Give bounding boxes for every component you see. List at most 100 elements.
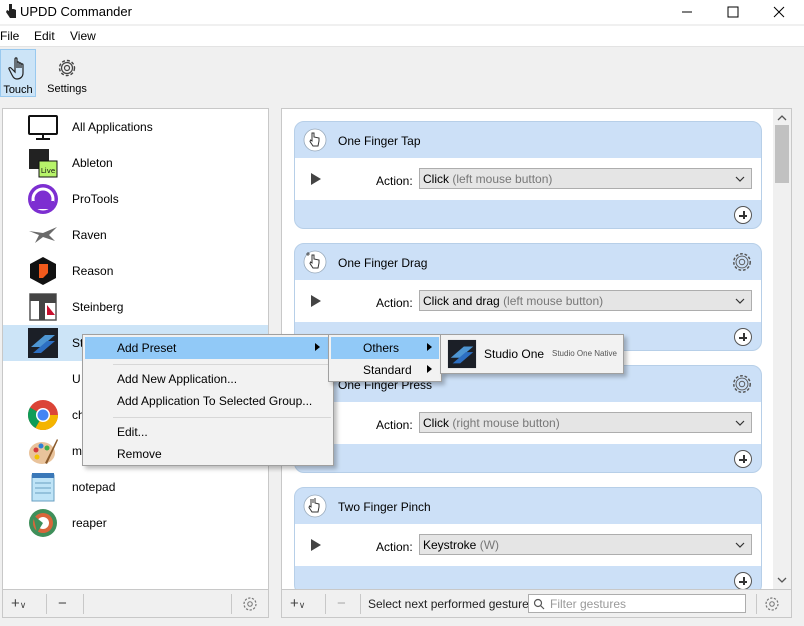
drag-gesture-icon — [303, 250, 327, 274]
app-item-steinberg[interactable]: Steinberg — [3, 289, 268, 325]
close-button[interactable] — [756, 0, 802, 24]
menu-item-edit[interactable]: Edit... — [85, 421, 331, 443]
preset-submenu: Studio One Studio One Native — [440, 334, 624, 374]
app-name: Reason — [72, 264, 114, 278]
menu-item-others[interactable]: Others — [331, 337, 439, 359]
app-item-raven[interactable]: Raven — [3, 217, 268, 253]
app-name: Ableton — [72, 156, 113, 170]
menu-item-remove[interactable]: Remove — [85, 443, 331, 465]
minimize-button[interactable] — [664, 0, 710, 24]
menu-item-standard[interactable]: Standard — [331, 359, 439, 381]
add-action-button[interactable] — [734, 572, 752, 589]
settings-button[interactable]: Settings — [44, 49, 90, 97]
ableton-icon: Live — [29, 149, 58, 178]
application-list-footer: +∨ − — [2, 590, 269, 618]
gear-icon[interactable] — [241, 595, 259, 613]
filter-gestures-input[interactable]: Filter gestures — [528, 594, 746, 613]
menu-item-studio-one-preset[interactable]: Studio One Studio One Native — [443, 337, 621, 371]
chevron-down-icon — [735, 420, 745, 426]
play-icon[interactable] — [311, 173, 321, 185]
gesture-card-two-finger-pinch: Two Finger Pinch Action: Keystroke (W) — [294, 487, 762, 589]
gesture-scrollbar[interactable] — [773, 109, 791, 589]
menu-separator — [113, 364, 331, 365]
gear-icon[interactable] — [731, 251, 753, 273]
menu-item-add-preset[interactable]: Add Preset — [85, 337, 331, 359]
maximize-button[interactable] — [710, 0, 756, 24]
gesture-header[interactable]: Two Finger Pinch — [295, 488, 761, 524]
action-value: Click — [423, 416, 449, 430]
add-action-button[interactable] — [734, 328, 752, 346]
protools-icon — [28, 184, 58, 214]
action-value: Click — [423, 172, 449, 186]
menu-item-label: Add Application To Selected Group... — [117, 394, 313, 408]
add-action-button[interactable] — [734, 206, 752, 224]
play-icon[interactable] — [311, 539, 321, 551]
action-dropdown[interactable]: Click and drag (left mouse button) — [419, 290, 752, 311]
scrollbar-thumb[interactable] — [775, 125, 789, 183]
chevron-right-icon — [315, 343, 320, 351]
touch-button[interactable]: Touch — [0, 49, 36, 97]
select-next-gesture-button[interactable]: Select next performed gesture — [368, 597, 529, 611]
menu-bar: File Edit View — [0, 26, 804, 46]
app-item-all-applications[interactable]: All Applications — [3, 109, 268, 145]
divider — [325, 594, 326, 614]
remove-gesture-button[interactable]: − — [337, 595, 346, 612]
studio-one-icon — [28, 328, 58, 358]
title-bar: UPDD Commander — [0, 0, 804, 24]
app-item-reason[interactable]: Reason — [3, 253, 268, 289]
app-item-protools[interactable]: ProTools — [3, 181, 268, 217]
paint-icon — [29, 439, 58, 464]
menu-edit[interactable]: Edit — [34, 29, 55, 43]
add-action-button[interactable] — [734, 450, 752, 468]
app-item-ableton[interactable]: Live Ableton — [3, 145, 268, 181]
menu-file[interactable]: File — [0, 29, 19, 43]
divider — [231, 594, 232, 614]
gesture-header[interactable]: One Finger Drag — [295, 244, 761, 280]
toolbar: Touch Settings — [0, 46, 804, 98]
gear-icon[interactable] — [763, 595, 781, 613]
menu-item-add-application-to-group[interactable]: Add Application To Selected Group... — [85, 390, 331, 412]
app-name: notepad — [72, 480, 116, 494]
action-dropdown[interactable]: Click (left mouse button) — [419, 168, 752, 189]
chevron-right-icon — [427, 365, 432, 373]
action-hint: (right mouse button) — [452, 416, 560, 430]
preset-name: Studio One — [484, 347, 545, 361]
gesture-action-row: Action: Click and drag (left mouse butto… — [295, 280, 761, 322]
preset-category-submenu: Others Standard — [328, 334, 442, 382]
add-gesture-button[interactable]: +∨ — [290, 595, 305, 612]
app-item-reaper[interactable]: reaper — [3, 505, 268, 541]
settings-label: Settings — [47, 83, 87, 95]
pinch-gesture-icon — [303, 494, 327, 518]
app-item-notepad[interactable]: notepad — [3, 469, 268, 505]
reason-icon — [30, 257, 56, 285]
remove-application-button[interactable]: − — [58, 595, 67, 612]
touch-label: Touch — [3, 84, 33, 96]
chevron-up-icon[interactable] — [777, 113, 787, 123]
chevron-down-icon — [735, 298, 745, 304]
gesture-action-row: Action: Click (right mouse button) — [295, 402, 761, 444]
studio-one-icon — [447, 339, 477, 369]
app-name: All Applications — [72, 120, 153, 134]
gear-icon[interactable] — [731, 373, 753, 395]
app-name: m — [72, 444, 82, 458]
action-value: Click and drag — [423, 294, 500, 308]
action-label: Action: — [376, 418, 413, 432]
action-label: Action: — [376, 540, 413, 554]
play-icon[interactable] — [311, 295, 321, 307]
notepad-icon — [31, 473, 55, 502]
menu-item-label: Add Preset — [117, 341, 177, 355]
chevron-down-icon — [735, 542, 745, 548]
action-dropdown[interactable]: Keystroke (W) — [419, 534, 752, 555]
raven-icon — [29, 227, 57, 243]
action-hint: (left mouse button) — [503, 294, 604, 308]
chrome-icon — [27, 400, 59, 431]
chevron-down-icon[interactable] — [777, 575, 787, 585]
menu-item-label: Standard — [363, 363, 412, 377]
monitor-icon — [28, 115, 58, 140]
menu-item-add-new-application[interactable]: Add New Application... — [85, 368, 331, 390]
gesture-header[interactable]: One Finger Tap — [295, 122, 761, 158]
add-application-button[interactable]: +∨ — [11, 595, 26, 612]
search-icon — [533, 598, 545, 610]
menu-view[interactable]: View — [70, 29, 96, 43]
action-dropdown[interactable]: Click (right mouse button) — [419, 412, 752, 433]
